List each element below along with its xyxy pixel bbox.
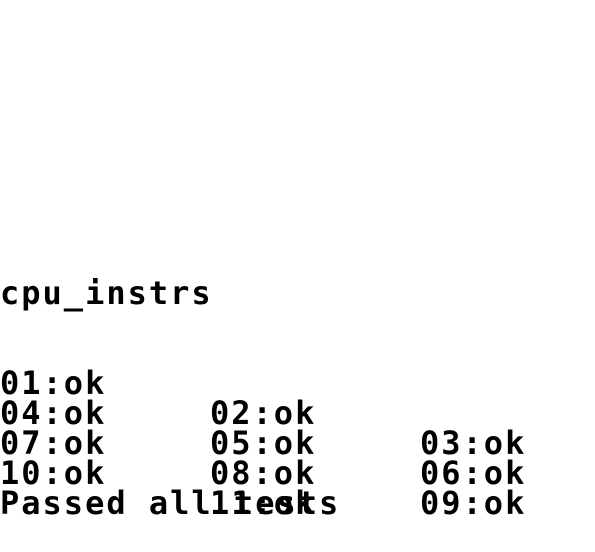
summary-message: Passed all tests: [0, 484, 341, 522]
test-result-09: 09:ok: [420, 484, 527, 522]
game-screen: cpu_instrs 01:ok 02:ok 03:ok 04:ok 05:ok…: [0, 0, 595, 549]
test-rom-title: cpu_instrs: [0, 274, 213, 312]
